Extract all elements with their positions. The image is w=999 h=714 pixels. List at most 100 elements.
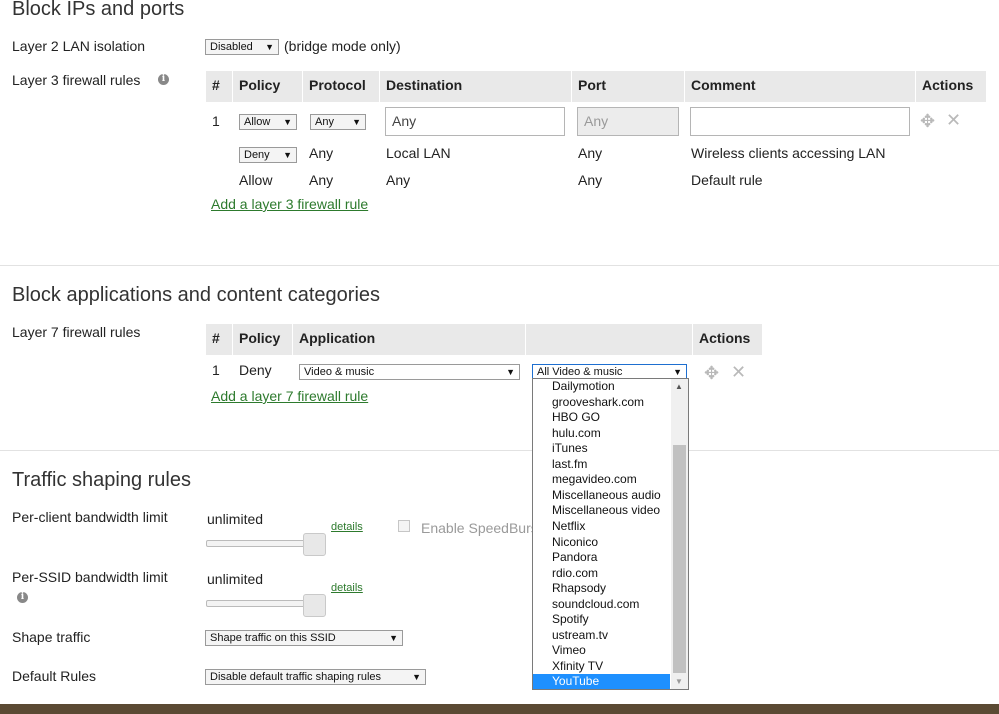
l3-header-comment: Comment — [685, 71, 915, 102]
per-client-slider-thumb[interactable] — [303, 533, 326, 556]
add-l7-rule-link[interactable]: Add a layer 7 firewall rule — [211, 388, 368, 404]
l3-header-policy: Policy — [233, 71, 302, 102]
l3-rule1-port-input[interactable]: Any — [577, 107, 679, 136]
section-title-block-ips: Block IPs and ports — [12, 0, 185, 20]
dropdown-option[interactable]: Miscellaneous video — [533, 503, 670, 519]
chevron-down-icon: ▼ — [265, 42, 274, 52]
per-client-limit-value: unlimited — [207, 511, 264, 527]
l3-rule1-policy-select[interactable]: Allow ▼ — [239, 114, 297, 130]
chevron-down-icon: ▼ — [389, 633, 398, 643]
l7-rule1-number: 1 — [212, 362, 220, 378]
l3-rule2-policy-value: Deny — [244, 149, 270, 161]
l3-rule3-destination: Any — [386, 172, 411, 188]
dropdown-option[interactable]: Dailymotion — [533, 379, 670, 395]
dropdown-option[interactable]: Rhapsody — [533, 581, 670, 597]
chevron-down-icon: ▼ — [506, 367, 515, 377]
l3-rule1-comment-input[interactable] — [690, 107, 910, 136]
dropdown-option[interactable]: Miscellaneous audio — [533, 488, 670, 504]
dropdown-scrollbar[interactable]: ▲ ▼ — [671, 379, 688, 689]
shape-traffic-select[interactable]: Shape traffic on this SSID ▼ — [205, 630, 403, 646]
l3-rule1-protocol-select[interactable]: Any ▼ — [310, 114, 366, 130]
dropdown-option[interactable]: YouTube — [533, 674, 670, 689]
move-icon[interactable]: ✥ — [920, 111, 935, 132]
chevron-down-icon: ▼ — [352, 117, 361, 127]
move-icon[interactable]: ✥ — [704, 363, 719, 384]
l3-rule3-protocol: Any — [309, 172, 334, 188]
l3-rule3-port: Any — [578, 172, 603, 188]
scroll-down-icon[interactable]: ▼ — [675, 677, 683, 686]
info-icon[interactable]: i — [158, 74, 169, 85]
dropdown-scrollbar-thumb[interactable] — [673, 445, 686, 673]
speedburst-label: Enable SpeedBurst — [421, 520, 532, 536]
per-client-slider-track[interactable] — [206, 540, 316, 547]
l2-isolation-note: (bridge mode only) — [284, 38, 401, 54]
l3-header-actions: Actions — [916, 71, 986, 102]
l3-rule1-destination-input[interactable]: Any — [385, 107, 565, 136]
speedburst-checkbox[interactable] — [398, 520, 410, 532]
l3-rule2-comment: Wireless clients accessing LAN — [691, 145, 886, 161]
section-title-traffic: Traffic shaping rules — [12, 469, 191, 491]
dropdown-option[interactable]: Niconico — [533, 535, 670, 551]
l3-rule1-number: 1 — [212, 113, 220, 129]
l3-firewall-label: Layer 3 firewall rules — [12, 72, 141, 88]
close-icon[interactable]: ✕ — [946, 110, 961, 131]
per-ssid-slider-track[interactable] — [206, 600, 316, 607]
l3-header-num: # — [206, 71, 232, 102]
dropdown-option[interactable]: hulu.com — [533, 426, 670, 442]
per-ssid-slider-thumb[interactable] — [303, 594, 326, 617]
l3-rule2-port: Any — [578, 145, 603, 161]
l7-header-num: # — [206, 324, 232, 355]
close-icon[interactable]: ✕ — [731, 362, 746, 383]
section-title-block-apps: Block applications and content categorie… — [12, 284, 381, 306]
dropdown-option[interactable]: megavideo.com — [533, 472, 670, 488]
scroll-up-icon[interactable]: ▲ — [675, 382, 683, 391]
dropdown-option[interactable]: soundcloud.com — [533, 597, 670, 613]
shape-traffic-label: Shape traffic — [12, 629, 91, 645]
dropdown-option[interactable]: Spotify — [533, 612, 670, 628]
per-ssid-limit-value: unlimited — [207, 571, 264, 587]
dropdown-option[interactable]: Pandora — [533, 550, 670, 566]
chevron-down-icon: ▼ — [412, 672, 421, 682]
subcategory-dropdown-list[interactable]: Dailymotion grooveshark.com HBO GO hulu.com… — [532, 378, 689, 690]
dropdown-option[interactable]: ustream.tv — [533, 628, 670, 644]
l2-isolation-value: Disabled — [210, 41, 253, 53]
l3-header-protocol: Protocol — [303, 71, 379, 102]
l2-isolation-select[interactable]: Disabled ▼ — [205, 39, 279, 55]
l7-header-subcategory — [526, 324, 692, 355]
l3-rule2-protocol: Any — [309, 145, 334, 161]
default-rules-value: Disable default traffic shaping rules — [210, 671, 382, 683]
shape-traffic-value: Shape traffic on this SSID — [210, 632, 336, 644]
l7-rule1-subcategory-value: All Video & music — [537, 366, 623, 378]
l3-rule2-policy-select[interactable]: Deny ▼ — [239, 147, 297, 163]
l2-isolation-label: Layer 2 LAN isolation — [12, 38, 146, 54]
info-icon[interactable]: i — [17, 592, 28, 603]
per-ssid-details-link[interactable]: details — [331, 582, 363, 594]
dropdown-option[interactable]: rdio.com — [533, 566, 670, 582]
l3-rule3-comment: Default rule — [691, 172, 763, 188]
l7-header-actions: Actions — [693, 324, 762, 355]
add-l3-rule-link[interactable]: Add a layer 3 firewall rule — [211, 196, 368, 212]
dropdown-option[interactable]: HBO GO — [533, 410, 670, 426]
default-rules-label: Default Rules — [12, 668, 97, 684]
l7-rule1-application-select[interactable]: Video & music ▼ — [299, 364, 520, 380]
dropdown-option[interactable]: Xfinity TV — [533, 659, 670, 675]
dropdown-option[interactable]: Vimeo — [533, 643, 670, 659]
dropdown-option[interactable]: Netflix — [533, 519, 670, 535]
section-divider — [0, 450, 999, 451]
chevron-down-icon: ▼ — [283, 150, 292, 160]
l3-rule1-policy-value: Allow — [244, 116, 271, 128]
section-divider — [0, 265, 999, 266]
l7-rule1-policy: Deny — [239, 362, 272, 378]
default-rules-select[interactable]: Disable default traffic shaping rules ▼ — [205, 669, 426, 685]
per-client-details-link[interactable]: details — [331, 521, 363, 533]
l7-rule1-application-value: Video & music — [304, 366, 375, 378]
dropdown-option[interactable]: iTunes — [533, 441, 670, 457]
l7-header-application: Application — [293, 324, 525, 355]
per-client-limit-label: Per-client bandwidth limit — [12, 509, 168, 525]
dropdown-option[interactable]: grooveshark.com — [533, 395, 670, 411]
dropdown-option[interactable]: last.fm — [533, 457, 670, 473]
l3-header-port: Port — [572, 71, 684, 102]
per-ssid-limit-label: Per-SSID bandwidth limit — [12, 569, 168, 585]
l7-header-policy: Policy — [233, 324, 292, 355]
l7-firewall-label: Layer 7 firewall rules — [12, 324, 141, 340]
